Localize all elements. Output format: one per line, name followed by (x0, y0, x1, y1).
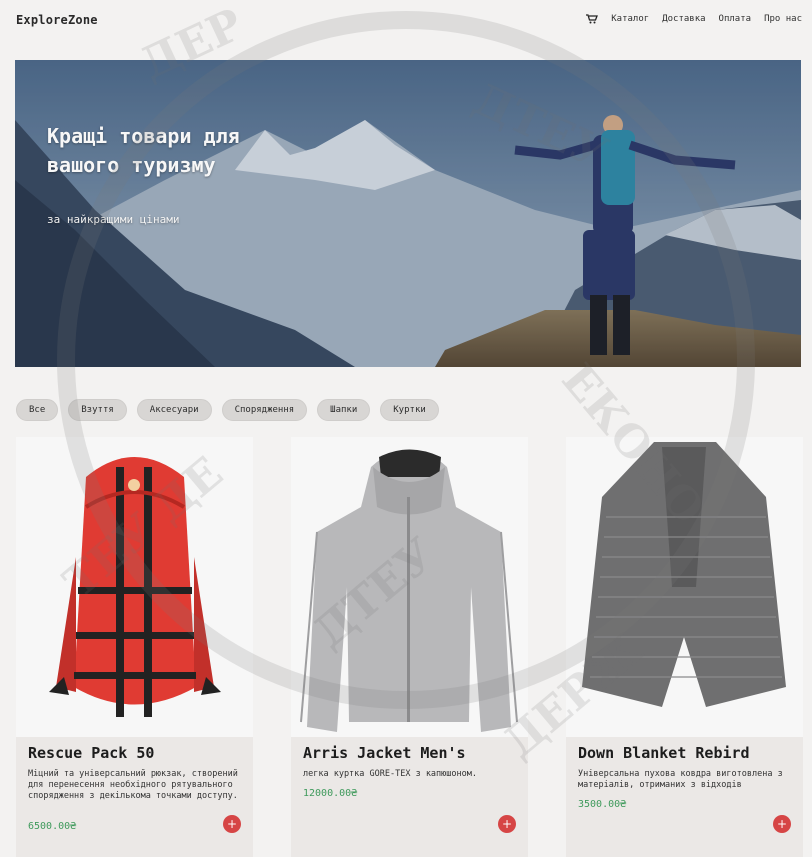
product-description: Міцний та універсальний рюкзак, створени… (28, 769, 238, 801)
product-description: Універсальна пухова ковдра виготовлена з… (578, 769, 783, 790)
hero-title: Кращі товари для вашого туризму (47, 124, 240, 177)
product-price: 3500.00₴ (578, 799, 627, 810)
add-to-cart-button[interactable]: + (498, 815, 516, 833)
product-image-blanket[interactable] (566, 437, 803, 737)
filter-equipment[interactable]: Спорядження (221, 399, 308, 421)
nav-delivery-link[interactable]: Доставка (662, 14, 705, 24)
product-card[interactable]: Arris Jacket Men's легка куртка GORE-TEX… (291, 437, 528, 857)
nav-about-link[interactable]: Про нас (764, 14, 802, 24)
product-image-jacket[interactable] (291, 437, 528, 737)
nav-catalog-link[interactable]: Каталог (611, 14, 649, 24)
filter-footwear[interactable]: Взуття (68, 399, 127, 421)
product-name[interactable]: Arris Jacket Men's (303, 744, 466, 762)
nav-payment-link[interactable]: Оплата (719, 14, 752, 24)
filter-all[interactable]: Все (16, 399, 59, 421)
product-card[interactable]: Down Blanket Rebird Універсальна пухова … (566, 437, 803, 857)
hero-subtitle: за найкращими цінами (47, 213, 180, 226)
main-nav: Каталог Доставка Оплата Про нас (586, 14, 802, 24)
filter-accessories[interactable]: Аксесуари (136, 399, 212, 421)
category-filters: Все Взуття Аксесуари Спорядження Шапки К… (16, 399, 439, 421)
filter-hats[interactable]: Шапки (317, 399, 371, 421)
product-name[interactable]: Down Blanket Rebird (578, 744, 750, 762)
hero-banner: Кращі товари для вашого туризму за найкр… (15, 60, 801, 367)
product-image-backpack[interactable] (16, 437, 253, 737)
brand-logo[interactable]: ExploreZone (16, 13, 98, 27)
product-card[interactable]: Rescue Pack 50 Міцний та універсальний р… (16, 437, 253, 857)
shopping-cart-icon[interactable] (586, 14, 599, 24)
add-to-cart-button[interactable]: + (223, 815, 241, 833)
filter-jackets[interactable]: Куртки (380, 399, 439, 421)
product-price: 6500.00₴ (28, 821, 77, 832)
product-price: 12000.00₴ (303, 788, 358, 799)
product-name[interactable]: Rescue Pack 50 (28, 744, 154, 762)
site-header: ExploreZone Каталог Доставка Оплата Про … (0, 0, 812, 44)
product-description: легка куртка GORE-TEX з капюшоном. (303, 769, 477, 779)
add-to-cart-button[interactable]: + (773, 815, 791, 833)
